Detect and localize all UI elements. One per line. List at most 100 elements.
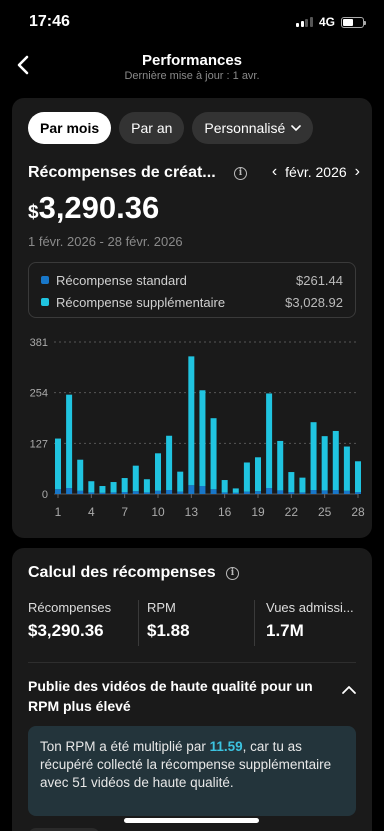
tip-text-start: Ton RPM a été multiplié par (40, 739, 210, 754)
page-header: Performances Dernière mise à jour : 1 av… (0, 44, 384, 92)
total-amount: $3,290.36 (28, 190, 159, 226)
bar-segment[interactable] (266, 488, 273, 494)
bar-segment[interactable] (99, 492, 106, 494)
bar-segment[interactable] (188, 485, 195, 494)
currency-symbol: $ (28, 202, 39, 223)
bar-segment[interactable] (66, 394, 73, 489)
bar-segment[interactable] (343, 446, 350, 491)
bar-segment[interactable] (143, 492, 150, 494)
next-month-button[interactable]: › (355, 163, 360, 181)
bar-segment[interactable] (110, 492, 117, 494)
page-title: Performances (141, 52, 243, 69)
bar-segment[interactable] (210, 418, 217, 490)
page-subtitle: Dernière mise à jour : 1 avr. (124, 70, 260, 82)
bar-segment[interactable] (277, 440, 284, 491)
bar-segment[interactable] (121, 478, 128, 493)
legend-value: $261.44 (296, 272, 343, 288)
signal-icon (296, 17, 313, 27)
bar-segment[interactable] (332, 430, 339, 491)
bar-segment[interactable] (243, 491, 250, 494)
stat-rewards: Récompenses $3,290.36 (28, 600, 138, 646)
bar-segment[interactable] (121, 492, 128, 494)
bar-segment[interactable] (221, 480, 228, 493)
bar-segment[interactable] (321, 490, 328, 494)
stat-value: $3,290.36 (28, 621, 104, 640)
bar-segment[interactable] (243, 462, 250, 492)
bar-segment[interactable] (232, 492, 239, 494)
bar-segment[interactable] (210, 489, 217, 494)
calc-title: Calcul des récompenses (28, 564, 216, 581)
status-time: 17:46 (29, 13, 70, 30)
bar-segment[interactable] (277, 490, 284, 494)
bar-segment[interactable] (55, 489, 61, 494)
rewards-card: Par mois Par an Personnalisé Récompenses… (12, 98, 372, 538)
bar-segment[interactable] (99, 486, 106, 493)
stat-views: Vues admissi... 1.7M (254, 600, 372, 646)
bar-segment[interactable] (288, 492, 295, 494)
bar-segment[interactable] (255, 491, 261, 494)
bar-segment[interactable] (221, 492, 228, 494)
home-indicator (124, 818, 259, 823)
bar-segment[interactable] (88, 481, 95, 493)
bar-segment[interactable] (355, 492, 361, 494)
bar-segment[interactable] (266, 393, 273, 489)
bar-segment[interactable] (332, 490, 339, 494)
bar-segment[interactable] (232, 488, 239, 493)
stat-label: Récompenses (28, 600, 112, 615)
bar-segment[interactable] (343, 490, 350, 494)
bar-segment[interactable] (155, 490, 161, 494)
filter-custom-dropdown[interactable]: Personnalisé (192, 112, 314, 144)
bar-segment[interactable] (77, 490, 84, 494)
bar-segment[interactable] (55, 438, 61, 490)
filter-year-button[interactable]: Par an (119, 112, 185, 144)
bar-segment[interactable] (177, 471, 184, 492)
info-icon[interactable]: i (226, 567, 239, 580)
bar-segment[interactable] (132, 465, 139, 492)
bar-segment[interactable] (88, 492, 95, 494)
status-icons: 4G (296, 15, 366, 29)
chevron-up-icon[interactable] (340, 684, 358, 696)
x-tick-label: 7 (121, 505, 128, 519)
bar-segment[interactable] (110, 482, 117, 493)
filter-month-button[interactable]: Par mois (28, 112, 112, 144)
date-range: 1 févr. 2026 - 28 févr. 2026 (28, 234, 183, 249)
bar-segment[interactable] (166, 435, 173, 491)
bar-segment[interactable] (310, 490, 317, 494)
bar-segment[interactable] (255, 457, 261, 492)
legend-value: $3,028.92 (285, 294, 343, 310)
daily-rewards-chart: 381 254 127 01 4 7 10 13 16 19 22 25 28 (30, 337, 365, 519)
x-tick-label: 1 (55, 505, 62, 519)
prev-month-button[interactable]: ‹ (272, 163, 277, 181)
rewards-title: Récompenses de créat... (28, 164, 216, 181)
network-type: 4G (318, 15, 335, 29)
bar-segment[interactable] (188, 356, 195, 486)
bar-segment[interactable] (177, 491, 184, 494)
bar-segment[interactable] (310, 422, 317, 491)
status-bar: 17:46 4G (0, 0, 384, 44)
bar-segment[interactable] (355, 461, 361, 493)
bar-segment[interactable] (132, 491, 139, 494)
info-icon[interactable]: i (234, 167, 247, 180)
chart-legend: Récompense standard $261.44 Récompense s… (28, 262, 356, 318)
x-tick-label: 19 (251, 505, 265, 519)
bar-segment[interactable] (321, 436, 328, 491)
bar-segment[interactable] (143, 479, 150, 493)
bar-segment[interactable] (299, 477, 306, 493)
calc-card: Calcul des récompenses i Récompenses $3,… (12, 548, 372, 831)
bar-segment[interactable] (66, 488, 73, 494)
x-tick-label: 22 (285, 505, 299, 519)
x-tick-label: 13 (185, 505, 199, 519)
amount-value: 3,290.36 (38, 190, 160, 225)
period-filters: Par mois Par an Personnalisé (28, 112, 314, 144)
bar-segment[interactable] (199, 390, 206, 487)
bar-segment[interactable] (166, 490, 173, 494)
stat-label: Vues admissi... (266, 600, 354, 615)
x-tick-label: 10 (151, 505, 165, 519)
bar-segment[interactable] (288, 472, 295, 493)
bar-segment[interactable] (299, 492, 306, 494)
filter-year-label: Par an (131, 120, 173, 136)
bar-segment[interactable] (155, 453, 161, 491)
bar-segment[interactable] (199, 486, 206, 494)
bar-segment[interactable] (77, 459, 84, 491)
month-navigator: ‹ févr. 2026 › (272, 163, 360, 181)
